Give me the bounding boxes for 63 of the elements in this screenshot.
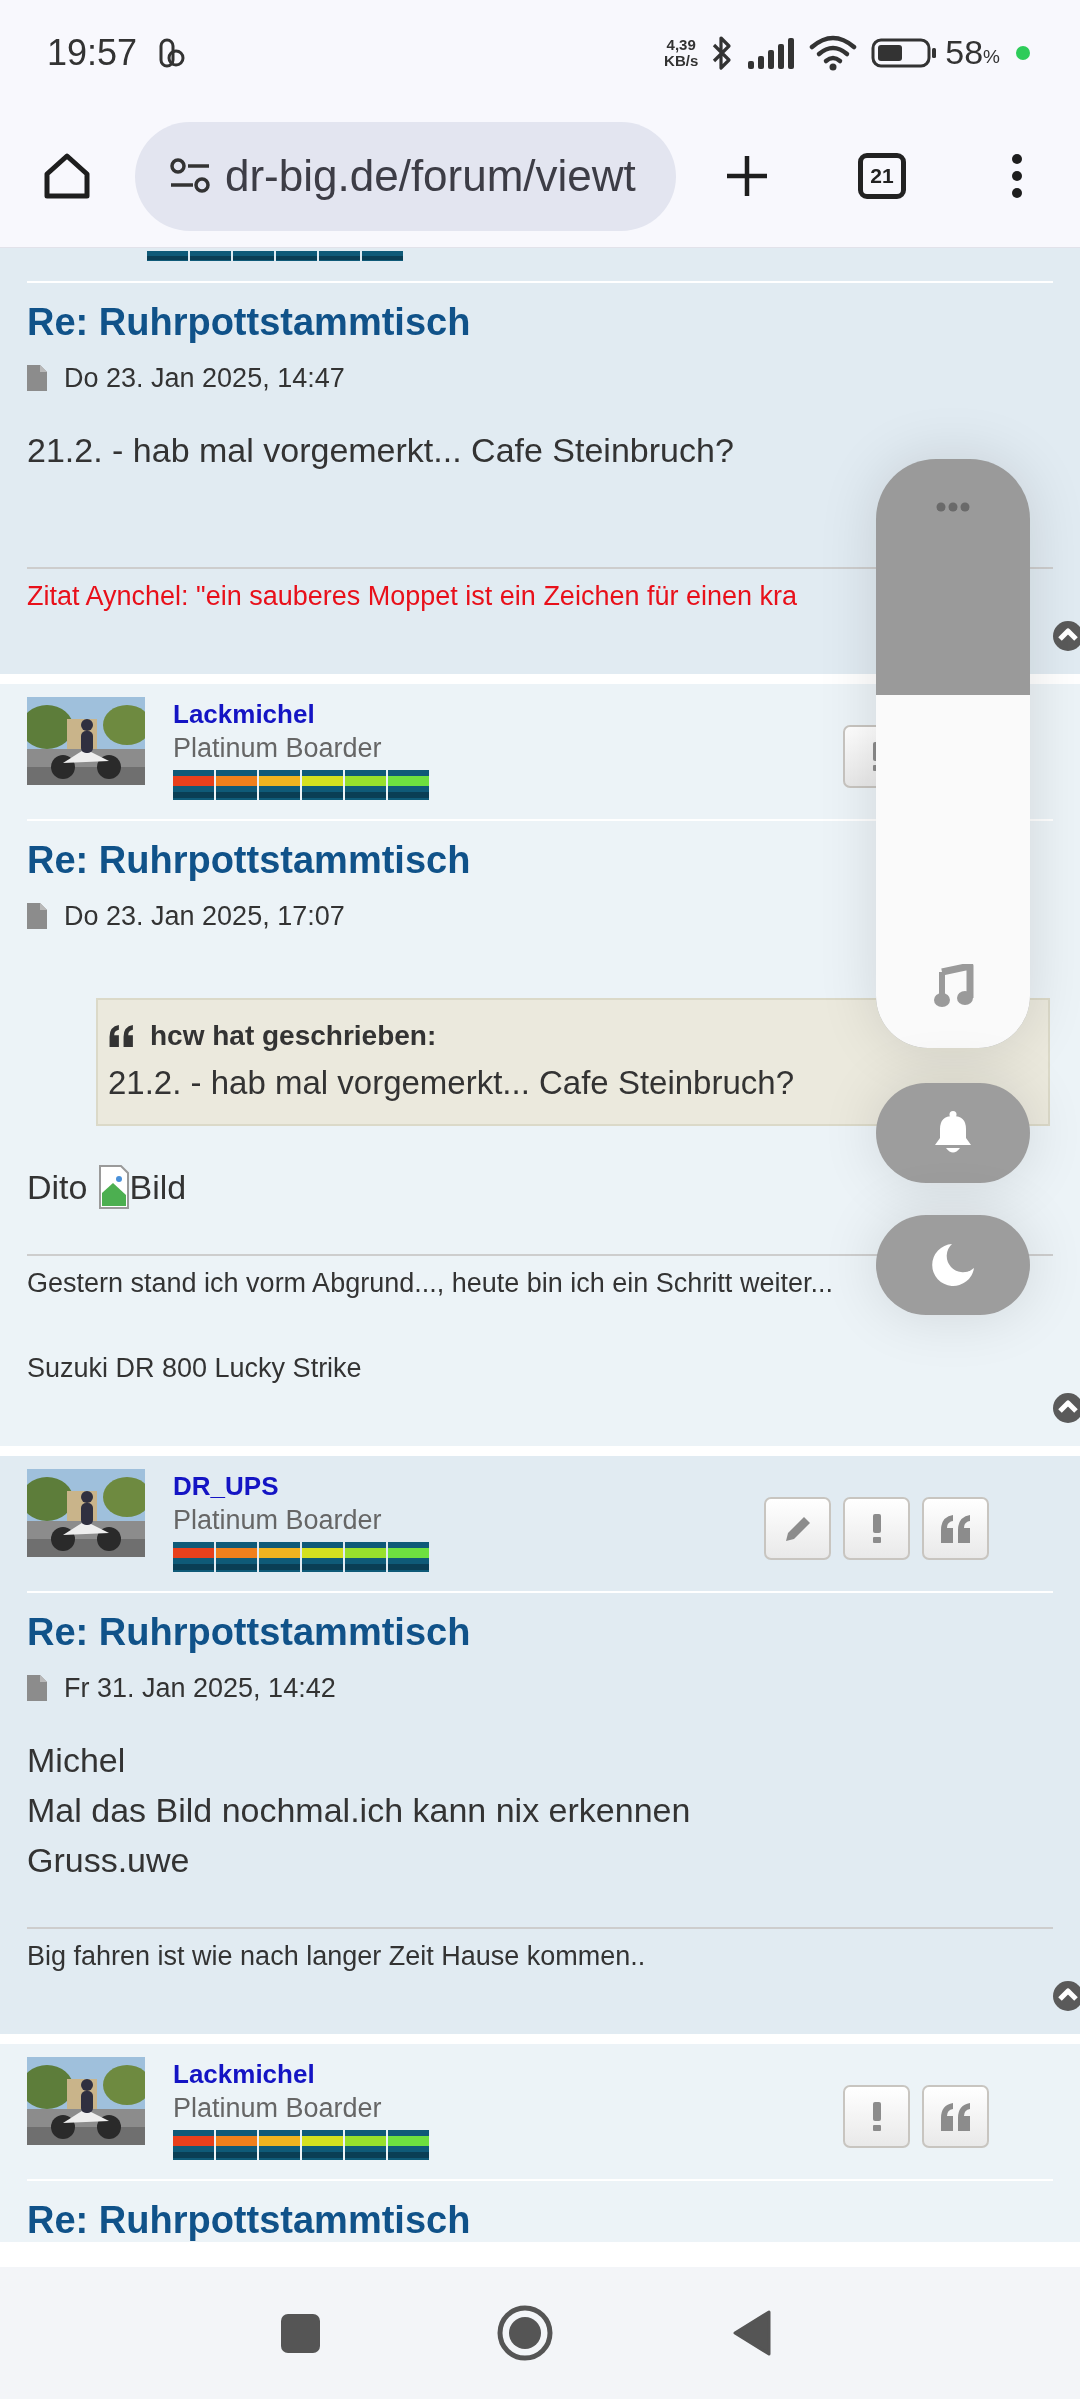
post-text: Michel: [27, 1740, 127, 1781]
post-date: Do 23. Jan 2025, 17:07: [64, 900, 345, 933]
quote-button[interactable]: [922, 1497, 989, 1560]
privacy-indicator-icon: [1016, 45, 1030, 60]
edit-button[interactable]: [764, 1497, 831, 1560]
moon-icon: [930, 1242, 976, 1288]
post-title-link[interactable]: Re: Ruhrpottstammtisch: [27, 838, 1053, 882]
new-tab-button[interactable]: [724, 153, 770, 199]
quote-mark-icon: [108, 1023, 136, 1049]
back-to-top-button[interactable]: [1053, 1393, 1080, 1423]
signature-text: Big fahren ist wie nach langer Zeit Hause kommen..: [27, 1940, 646, 1973]
exclamation-icon: [872, 1514, 881, 1543]
post-title-link[interactable]: Re: Ruhrpottstammtisch: [27, 2198, 1053, 2242]
document-icon: [27, 365, 47, 391]
exclamation-icon: [872, 2102, 881, 2131]
user-rank: Platinum Boarder: [173, 2092, 383, 2125]
quote-author: hcw hat geschrieben:: [150, 1019, 437, 1053]
broken-image-icon: [99, 1165, 130, 1209]
username-link[interactable]: Lackmichel: [173, 697, 429, 731]
username-link[interactable]: Lackmichel: [173, 2057, 429, 2091]
report-button[interactable]: [843, 2085, 910, 2148]
post-text: Mal das Bild nochmal.ich kann nix erkennen: [27, 1790, 692, 1831]
post-date: Fr 31. Jan 2025, 14:42: [64, 1672, 336, 1705]
document-icon: [27, 903, 47, 929]
home-button[interactable]: [42, 152, 92, 200]
back-button[interactable]: [733, 2310, 771, 2356]
network-speed-value: 4,39: [665, 36, 697, 53]
signature-text: Suzuki DR 800 Lucky Strike: [27, 1352, 362, 1385]
percent-sign: %: [983, 46, 1000, 70]
clock-time: 19:57: [47, 30, 138, 75]
image-alt-text: Bild: [129, 1167, 187, 1208]
network-speed-unit: KB/s: [664, 52, 699, 69]
recents-button[interactable]: [281, 2313, 320, 2353]
back-to-top-button[interactable]: [1053, 1981, 1080, 2011]
address-bar[interactable]: dr-big.de/forum/viewt: [135, 121, 676, 231]
url-text: dr-big.de/forum/viewt: [225, 150, 636, 202]
site-settings-icon[interactable]: [169, 158, 211, 194]
post-text: 21.2. - hab mal vorgemerkt... Cafe Steinbruch?: [27, 430, 735, 471]
report-button[interactable]: [843, 1497, 910, 1560]
volume-slider-popup-menu[interactable]: [876, 459, 1030, 1048]
post-date: Do 23. Jan 2025, 14:47: [64, 362, 345, 395]
signature-text: Zitat Aynchel: "ein sauberes Moppet ist ein Zeichen für einen kra: [27, 580, 797, 613]
app-notification-icon: [159, 37, 186, 68]
post-text: Dito: [27, 1167, 88, 1208]
music-note-icon: [932, 964, 974, 1008]
post-text: Gruss.uwe: [27, 1840, 191, 1881]
menu-button[interactable]: [1011, 153, 1023, 199]
battery-percent: 58: [945, 32, 984, 73]
signature-text: Gestern stand ich vorm Abgrund..., heute bin ich ein Schritt weiter...: [27, 1267, 833, 1300]
wifi-icon: [809, 34, 858, 71]
back-to-top-button[interactable]: [1053, 621, 1080, 651]
battery-icon: [871, 37, 938, 68]
user-rank: Platinum Boarder: [173, 732, 383, 765]
tab-switcher-button[interactable]: 21: [858, 153, 906, 199]
quote-text: 21.2. - hab mal vorgemerkt... Cafe Steinbruch?: [108, 1063, 795, 1103]
post-title-link[interactable]: Re: Ruhrpottstammtisch: [27, 1610, 1053, 1654]
user-rank: Platinum Boarder: [173, 1504, 383, 1537]
signal-icon: [748, 36, 797, 69]
home-nav-button[interactable]: [497, 2305, 553, 2361]
username-link[interactable]: DR_UPS: [173, 1469, 429, 1503]
document-icon: [27, 1675, 47, 1701]
quote-button[interactable]: [922, 2085, 989, 2148]
post-title-link[interactable]: Re: Ruhrpottstammtisch: [27, 300, 1053, 344]
